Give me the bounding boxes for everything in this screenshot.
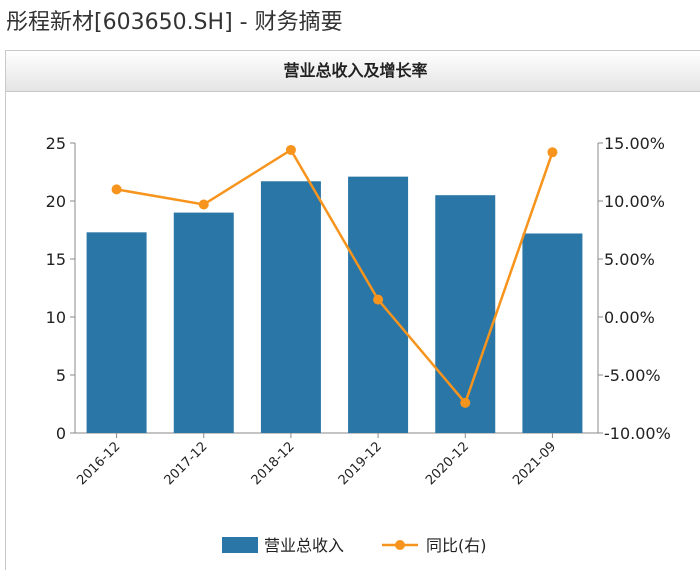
left-tick-label: 25	[46, 134, 66, 153]
right-tick-label: 0.00%	[604, 308, 655, 327]
revenue-bar	[348, 176, 409, 433]
x-tick-label: 2019-12	[336, 439, 385, 488]
left-tick-label: 10	[46, 308, 66, 327]
x-tick-label: 2018-12	[249, 439, 298, 488]
growth-point	[111, 184, 122, 195]
right-tick-label: 15.00%	[604, 134, 665, 153]
legend-label-growth: 同比(右)	[426, 536, 487, 555]
left-tick-label: 15	[46, 250, 66, 269]
x-tick-label: 2021-09	[510, 439, 559, 488]
revenue-bar	[435, 195, 496, 433]
revenue-bar	[173, 212, 234, 433]
growth-point	[285, 144, 296, 155]
left-tick-label: 5	[56, 366, 66, 385]
growth-point	[198, 199, 209, 210]
right-tick-label: 5.00%	[604, 250, 655, 269]
growth-point	[373, 294, 384, 305]
revenue-growth-chart: 0 5 10 15 20 25 -10.00% -5.00% 0.00% 5.00% 10.00% 1…	[46, 134, 671, 555]
revenue-bar	[86, 232, 147, 433]
x-tick-label: 2016-12	[74, 439, 123, 488]
growth-point	[460, 397, 471, 408]
revenue-bar	[260, 181, 321, 433]
right-tick-label: -10.00%	[604, 424, 671, 443]
right-tick-label: 10.00%	[604, 192, 665, 211]
left-tick-label: 20	[46, 192, 66, 211]
left-tick-label: 0	[56, 424, 66, 443]
x-tick-label: 2020-12	[423, 439, 472, 488]
x-tick-label: 2017-12	[162, 439, 211, 488]
legend-label-revenue: 营业总收入	[264, 536, 344, 555]
legend-swatch-revenue	[222, 537, 258, 553]
growth-point	[547, 147, 558, 158]
legend-swatch-growth-point	[395, 540, 405, 550]
revenue-bar	[522, 233, 583, 433]
right-tick-label: -5.00%	[604, 366, 661, 385]
